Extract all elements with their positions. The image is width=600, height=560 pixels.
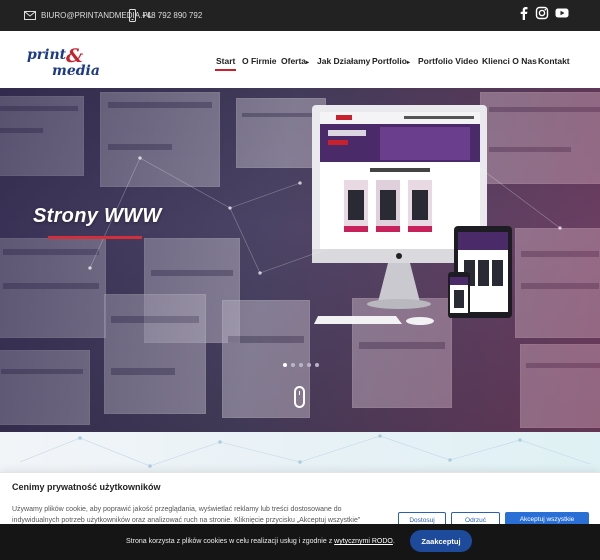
nav-oferta-label: Oferta <box>281 56 307 66</box>
nav-klienci-o-nas[interactable]: Klienci O Nas <box>482 56 537 66</box>
nav-portfolio[interactable]: Portfolio▸ <box>372 56 410 66</box>
nav-start[interactable]: Start <box>214 56 237 71</box>
nav-oferta[interactable]: Oferta▸ <box>281 56 309 66</box>
accept-all-button-label: Akceptuj wszystkie <box>519 516 575 523</box>
facebook-icon[interactable] <box>517 6 531 20</box>
nav-start-label: Start <box>216 56 236 66</box>
slider-dots <box>283 363 319 367</box>
svg-text:media: media <box>52 63 100 78</box>
svg-text:print: print <box>27 47 67 63</box>
scroll-down-mouse-icon[interactable] <box>294 386 305 408</box>
slider-dot-5[interactable] <box>315 363 319 367</box>
print-and-media-logo: print & media <box>27 45 100 79</box>
nav-portfolio-video[interactable]: Portfolio Video <box>418 56 478 66</box>
nav-portfolio-label: Portfolio <box>372 56 407 66</box>
cookie-notice-text-end: . <box>392 538 395 545</box>
slider-dot-3[interactable] <box>299 363 303 367</box>
hero-title: Strony WWW <box>33 205 162 227</box>
slider-dot-2[interactable] <box>291 363 295 367</box>
hero-title-underline <box>48 236 142 239</box>
top-bar: BIURO@PRINTANDMEDIA.PL +48 792 890 792 <box>0 0 600 31</box>
site-logo[interactable]: print & media <box>26 45 106 83</box>
phone-icon <box>129 9 136 22</box>
cookie-notice-text: Strona korzysta z plików cookies w celu … <box>126 538 395 545</box>
nav-portfolio-video-label: Portfolio Video <box>418 56 479 66</box>
cookie-description: Używamy plików cookie, aby poprawić jako… <box>12 506 361 524</box>
cookie-notice-bar: Strona korzysta z plików cookies w celu … <box>0 524 600 560</box>
cookie-title: Cenimy prywatność użytkowników <box>12 482 161 492</box>
accept-cookies-label: Zaakceptuj <box>421 536 461 546</box>
phone-contact[interactable]: +48 792 890 792 <box>129 0 202 31</box>
nav-o-firmie-label: O Firmie <box>242 56 277 66</box>
nav-jak-dzialamy[interactable]: Jak Działamy <box>317 56 370 66</box>
envelope-icon <box>24 11 36 20</box>
section-divider-pattern <box>0 432 600 472</box>
cookie-notice-text-start: Strona korzysta z plików cookies w celu … <box>126 538 335 545</box>
youtube-icon[interactable] <box>555 6 569 20</box>
network-lines-decoration <box>88 156 562 275</box>
accept-cookies-button[interactable]: Zaakceptuj <box>410 530 472 552</box>
rodo-link[interactable]: wytycznymi RODO <box>334 538 393 545</box>
hero-slider[interactable] <box>0 88 600 432</box>
nav-o-firmie[interactable]: O Firmie <box>242 56 276 66</box>
caret-right-icon: ▸ <box>406 60 410 66</box>
nav-kontakt-label: Kontakt <box>538 56 570 66</box>
particle-pattern <box>19 434 591 468</box>
nav-jak-dzialamy-label: Jak Działamy <box>317 56 371 66</box>
reject-button-label: Odrzuć <box>465 517 486 524</box>
customize-button-label: Dostosuj <box>409 517 435 524</box>
nav-klienci-o-nas-label: Klienci O Nas <box>482 56 537 66</box>
slider-dot-4[interactable] <box>307 363 311 367</box>
instagram-icon[interactable] <box>535 6 549 20</box>
slider-dot-1[interactable] <box>283 363 287 367</box>
caret-right-icon: ▸ <box>306 60 310 66</box>
nav-kontakt[interactable]: Kontakt <box>538 56 570 66</box>
phone-text: +48 792 890 792 <box>142 11 203 20</box>
